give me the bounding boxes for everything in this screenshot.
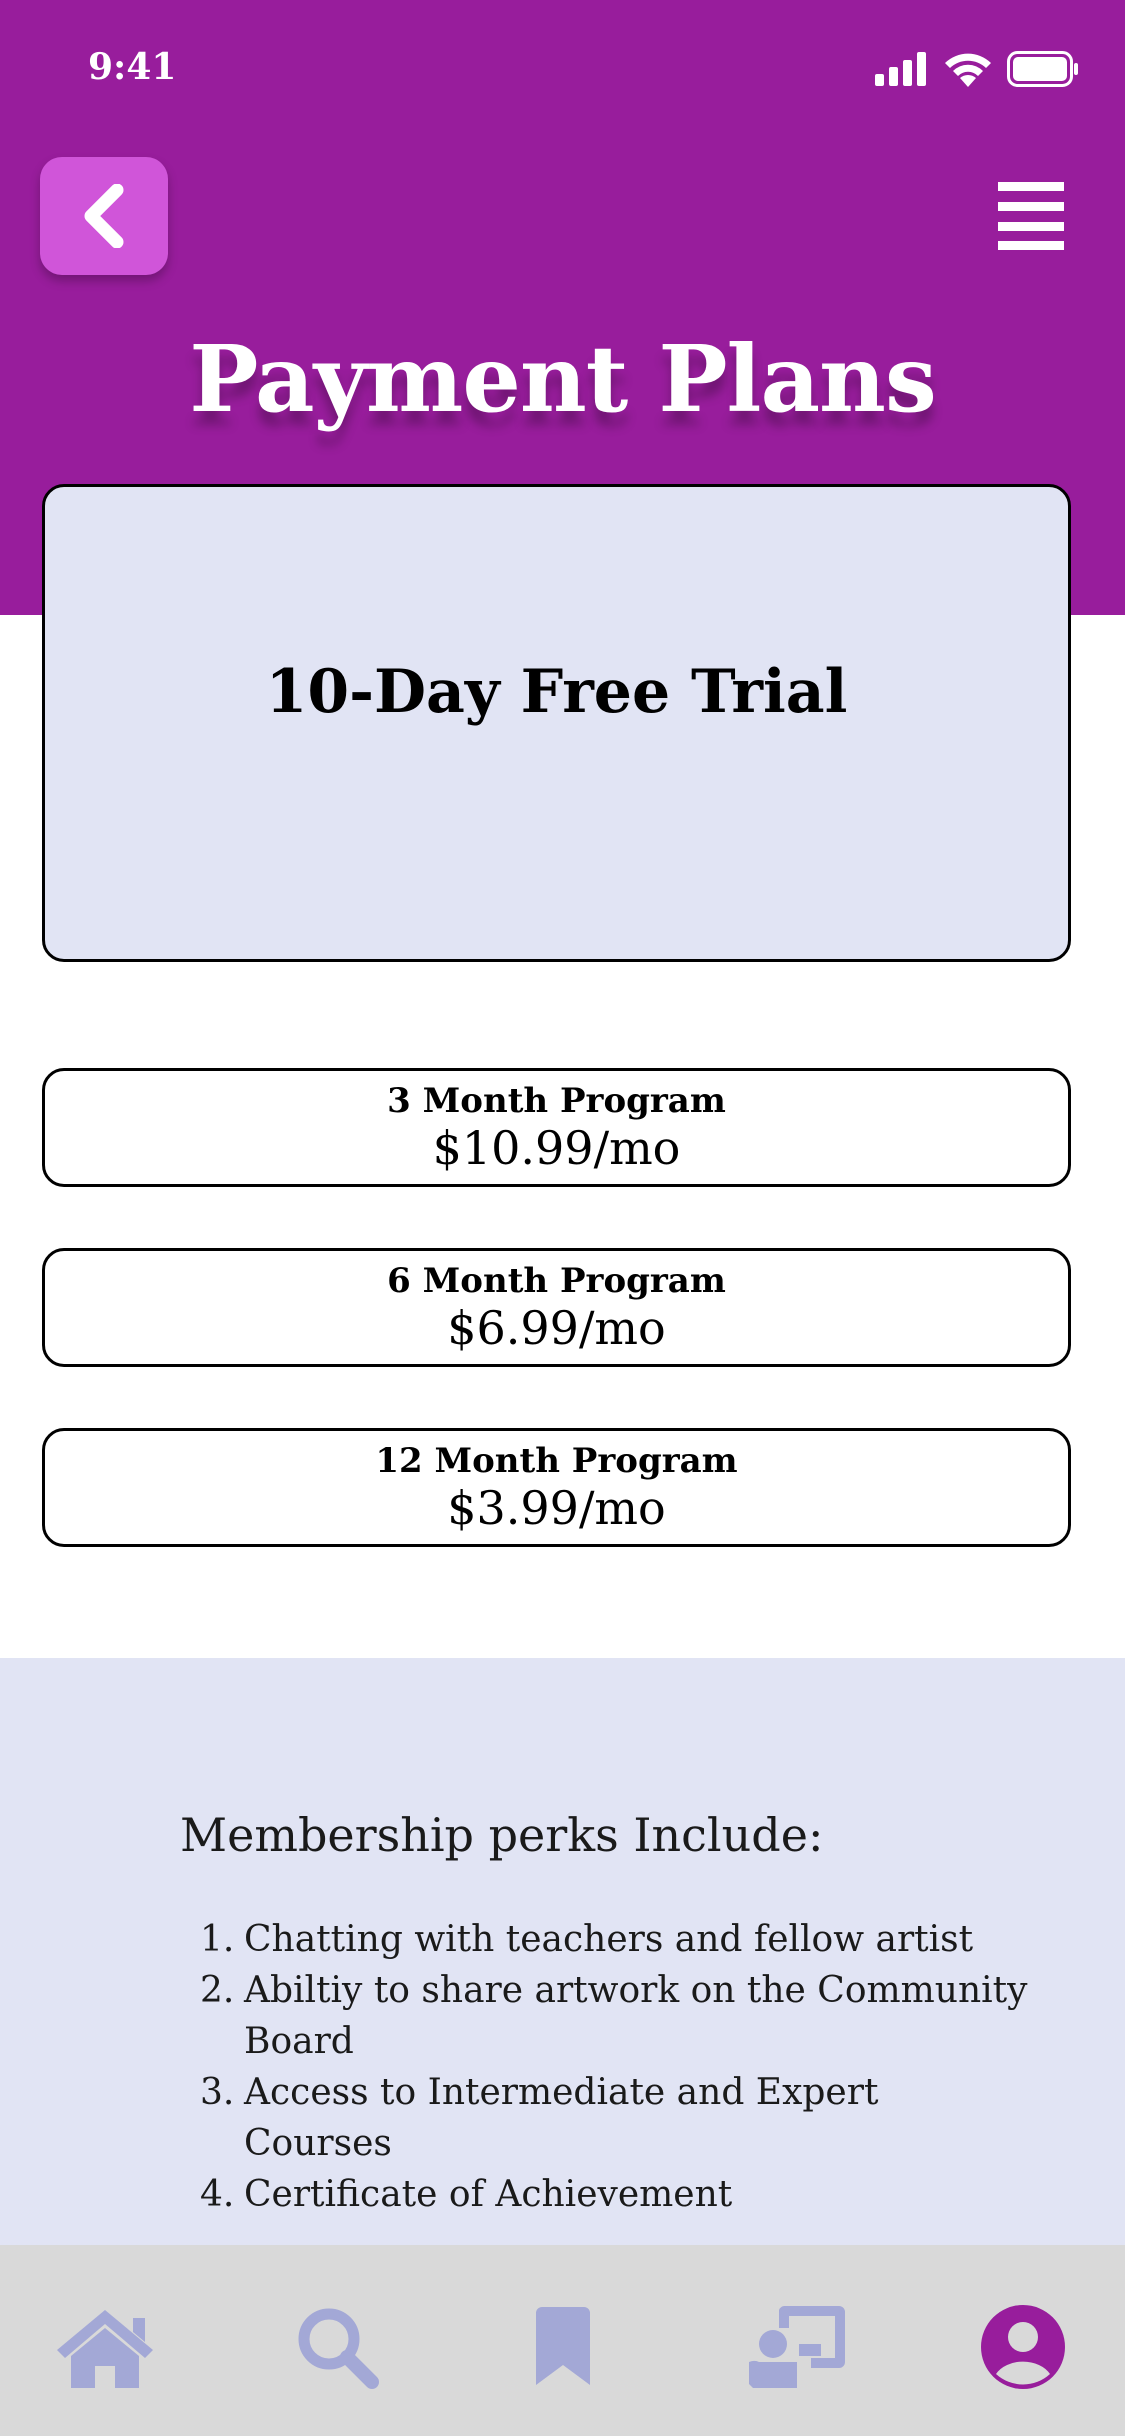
back-button[interactable] xyxy=(40,157,168,275)
battery-icon xyxy=(1007,51,1078,87)
plan-name: 12 Month Program xyxy=(375,1441,738,1481)
perk-text: Abiltiy to share artwork on the Communit… xyxy=(244,1970,1028,2062)
search-icon xyxy=(298,2308,379,2389)
membership-perks-section: Membership perks Include: 1. Chatting wit… xyxy=(0,1658,1125,2245)
plan-12-month[interactable]: 12 Month Program $3.99/mo xyxy=(42,1428,1071,1547)
perks-heading: Membership perks Include: xyxy=(180,1808,824,1862)
profile-icon xyxy=(981,2305,1065,2389)
status-icons xyxy=(875,48,1079,90)
perk-item: 3. Access to Intermediate and Expert Cour… xyxy=(180,2067,1030,2169)
plan-6-month[interactable]: 6 Month Program $6.99/mo xyxy=(42,1248,1071,1367)
status-time: 9:41 xyxy=(88,46,177,88)
wifi-icon xyxy=(945,53,991,87)
chevron-left-icon xyxy=(84,184,124,248)
perk-text: Access to Intermediate and Expert Course… xyxy=(244,2072,879,2164)
signal-icon xyxy=(875,52,926,86)
plan-price: $6.99/mo xyxy=(447,1301,666,1355)
tab-search[interactable] xyxy=(282,2297,392,2397)
perk-number: 3. xyxy=(200,2072,235,2113)
hamburger-icon xyxy=(998,182,1064,250)
home-icon xyxy=(57,2310,153,2388)
plan-price: $3.99/mo xyxy=(447,1481,666,1535)
plan-3-month[interactable]: 3 Month Program $10.99/mo xyxy=(42,1068,1071,1187)
perk-item: 4. Certificate of Achievement xyxy=(180,2169,1030,2220)
perk-item: 2. Abiltiy to share artwork on the Commun… xyxy=(180,1965,1030,2067)
perk-text: Certificate of Achievement xyxy=(244,2174,733,2215)
plan-price: $10.99/mo xyxy=(432,1121,681,1175)
free-trial-title: 10-Day Free Trial xyxy=(265,657,848,727)
plan-name: 6 Month Program xyxy=(387,1261,726,1301)
tab-profile[interactable] xyxy=(968,2297,1078,2397)
menu-button[interactable] xyxy=(996,180,1068,250)
bookmark-icon xyxy=(536,2307,590,2385)
tab-teachers[interactable] xyxy=(742,2297,852,2397)
tab-bookmarks[interactable] xyxy=(508,2297,618,2397)
perk-number: 2. xyxy=(200,1970,235,2011)
perk-item: 1. Chatting with teachers and fellow arti… xyxy=(180,1914,1030,1965)
bottom-tab-bar xyxy=(0,2245,1125,2436)
page-title: Payment Plans xyxy=(189,325,937,433)
perk-number: 1. xyxy=(200,1919,235,1960)
plan-name: 3 Month Program xyxy=(387,1081,726,1121)
tab-home[interactable] xyxy=(50,2297,160,2397)
perk-number: 4. xyxy=(200,2174,235,2215)
perks-list: 1. Chatting with teachers and fellow arti… xyxy=(180,1914,1030,2220)
free-trial-card[interactable]: 10-Day Free Trial xyxy=(42,484,1071,962)
perk-text: Chatting with teachers and fellow artist xyxy=(244,1919,974,1960)
teacher-icon xyxy=(749,2306,845,2388)
